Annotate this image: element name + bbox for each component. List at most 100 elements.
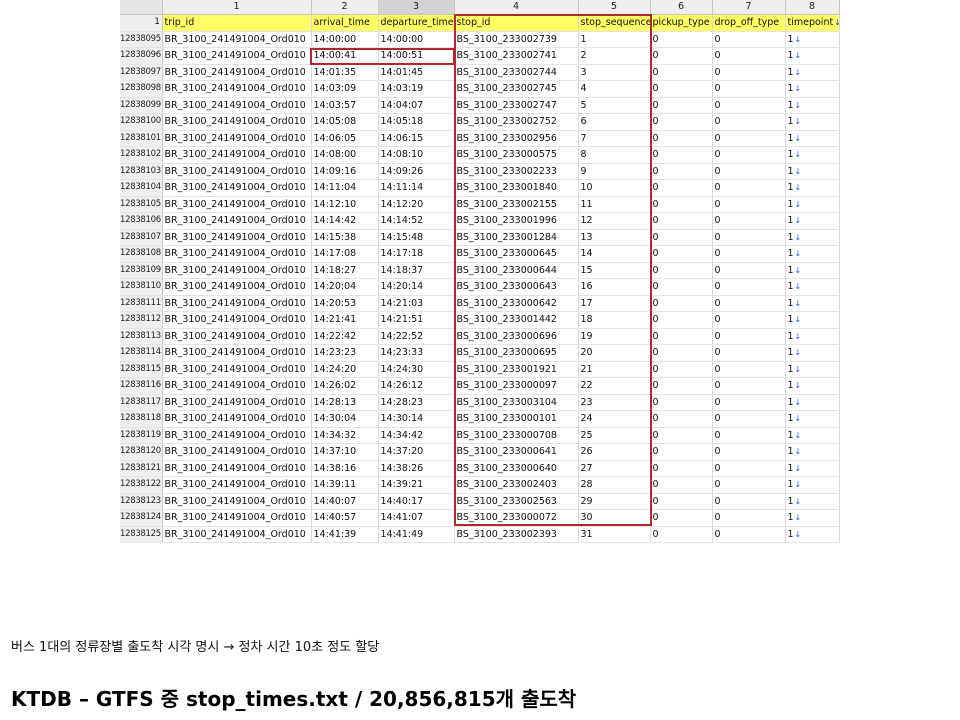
data-cell[interactable]: 0 [712, 80, 786, 98]
data-cell[interactable]: BR_3100_241491004_Ord010 [162, 64, 312, 81]
data-cell[interactable]: BS_3100_233002956 [454, 130, 579, 147]
data-cell[interactable]: BR_3100_241491004_Ord010 [162, 311, 312, 329]
data-cell[interactable]: BS_3100_233002744 [454, 64, 579, 81]
data-cell[interactable]: 22 [578, 377, 651, 395]
data-cell[interactable]: BS_3100_233000642 [454, 295, 579, 312]
data-cell[interactable]: 14:38:16 [311, 460, 379, 477]
row-number[interactable]: 12838119 [120, 427, 163, 444]
data-cell[interactable]: BS_3100_233002563 [454, 493, 579, 510]
data-cell[interactable]: 1↓ [785, 262, 840, 279]
data-cell[interactable]: 1↓ [785, 377, 840, 395]
data-cell[interactable]: 14:06:05 [311, 130, 379, 147]
data-cell[interactable]: 14:21:51 [378, 311, 455, 329]
data-cell[interactable]: 0 [650, 262, 713, 279]
data-cell[interactable]: BR_3100_241491004_Ord010 [162, 361, 312, 378]
data-cell[interactable]: BS_3100_233000643 [454, 278, 579, 296]
data-cell[interactable]: 14:03:57 [311, 97, 379, 114]
row-number[interactable]: 12838121 [120, 460, 163, 477]
data-cell[interactable]: BS_3100_233002233 [454, 163, 579, 180]
data-cell[interactable]: 0 [712, 328, 786, 345]
data-cell[interactable]: 0 [650, 410, 713, 428]
data-cell[interactable]: 11 [578, 196, 651, 213]
data-cell[interactable]: BR_3100_241491004_Ord010 [162, 377, 312, 395]
data-cell[interactable]: 0 [712, 278, 786, 296]
data-cell[interactable]: 28 [578, 476, 651, 494]
row-number[interactable]: 12838098 [120, 80, 163, 98]
data-cell[interactable]: 30 [578, 509, 651, 527]
data-cell[interactable]: 0 [650, 361, 713, 378]
data-cell[interactable]: 0 [712, 97, 786, 114]
data-cell[interactable]: 14:00:00 [311, 31, 379, 48]
row-number[interactable]: 12838118 [120, 410, 163, 428]
data-cell[interactable]: BS_3100_233001840 [454, 179, 579, 197]
data-cell[interactable]: 14:40:07 [311, 493, 379, 510]
data-cell[interactable]: BR_3100_241491004_Ord010 [162, 146, 312, 164]
data-cell[interactable]: 0 [712, 245, 786, 263]
data-cell[interactable]: 14 [578, 245, 651, 263]
data-cell[interactable]: BR_3100_241491004_Ord010 [162, 476, 312, 494]
data-cell[interactable]: BS_3100_233000575 [454, 146, 579, 164]
data-cell[interactable]: BR_3100_241491004_Ord010 [162, 196, 312, 213]
data-cell[interactable]: BS_3100_233002739 [454, 31, 579, 48]
data-cell[interactable]: BR_3100_241491004_Ord010 [162, 212, 312, 230]
data-cell[interactable]: 1 [578, 31, 651, 48]
data-cell[interactable]: 14:34:42 [378, 427, 455, 444]
data-cell[interactable]: 14:04:07 [378, 97, 455, 114]
data-cell[interactable]: 14:21:03 [378, 295, 455, 312]
data-cell[interactable]: BR_3100_241491004_Ord010 [162, 410, 312, 428]
data-cell[interactable]: BR_3100_241491004_Ord010 [162, 328, 312, 345]
data-cell[interactable]: 6 [578, 113, 651, 131]
data-cell[interactable]: 14:00:00 [378, 31, 455, 48]
data-cell[interactable]: 0 [650, 80, 713, 98]
data-cell[interactable]: BR_3100_241491004_Ord010 [162, 179, 312, 197]
data-cell[interactable]: 14:01:35 [311, 64, 379, 81]
data-cell[interactable]: BS_3100_233001442 [454, 311, 579, 329]
data-cell[interactable]: 0 [712, 460, 786, 477]
row-number[interactable]: 12838105 [120, 196, 163, 213]
data-cell[interactable]: BR_3100_241491004_Ord010 [162, 493, 312, 510]
data-cell[interactable]: 0 [712, 410, 786, 428]
data-cell[interactable]: 3 [578, 64, 651, 81]
data-cell[interactable]: 14:09:16 [311, 163, 379, 180]
data-cell[interactable]: BS_3100_233000641 [454, 443, 579, 461]
data-cell[interactable]: 14:15:38 [311, 229, 379, 246]
data-cell[interactable]: 14:23:23 [311, 344, 379, 362]
row-number[interactable]: 12838096 [120, 47, 163, 65]
data-cell[interactable]: 0 [650, 163, 713, 180]
data-cell[interactable]: 14:17:18 [378, 245, 455, 263]
data-cell[interactable]: 0 [650, 245, 713, 263]
data-cell[interactable]: 1↓ [785, 394, 840, 411]
data-cell[interactable]: 14:03:19 [378, 80, 455, 98]
header-cell-timepoint[interactable]: timepoint↓ [785, 14, 840, 32]
data-cell[interactable]: 0 [650, 311, 713, 329]
data-cell[interactable]: 1↓ [785, 476, 840, 494]
header-cell-pickup-type[interactable]: pickup_type [650, 14, 713, 32]
data-cell[interactable]: 0 [712, 196, 786, 213]
header-cell-arrival-time[interactable]: arrival_time [311, 14, 379, 32]
data-cell[interactable]: 1↓ [785, 47, 840, 65]
data-cell[interactable]: 0 [650, 179, 713, 197]
data-cell[interactable]: 14:30:04 [311, 410, 379, 428]
data-cell[interactable]: 1↓ [785, 113, 840, 131]
data-cell[interactable]: 14:26:02 [311, 377, 379, 395]
data-cell[interactable]: 29 [578, 493, 651, 510]
data-cell[interactable]: BR_3100_241491004_Ord010 [162, 130, 312, 147]
data-cell[interactable]: 0 [712, 311, 786, 329]
data-cell[interactable]: 0 [650, 493, 713, 510]
row-number[interactable]: 12838095 [120, 31, 163, 48]
row-number[interactable]: 12838104 [120, 179, 163, 197]
data-cell[interactable]: 23 [578, 394, 651, 411]
data-cell[interactable]: 0 [650, 196, 713, 213]
header-cell-drop-off-type[interactable]: drop_off_type [712, 14, 786, 32]
row-number[interactable]: 12838097 [120, 64, 163, 81]
data-cell[interactable]: 1↓ [785, 361, 840, 378]
data-cell[interactable]: 14:20:14 [378, 278, 455, 296]
data-cell[interactable]: BS_3100_233002155 [454, 196, 579, 213]
data-cell[interactable]: BS_3100_233001284 [454, 229, 579, 246]
data-cell[interactable]: 0 [712, 47, 786, 65]
data-cell[interactable]: 14:24:20 [311, 361, 379, 378]
data-cell[interactable]: 1↓ [785, 97, 840, 114]
row-number[interactable]: 12838124 [120, 509, 163, 527]
data-cell[interactable]: 0 [712, 229, 786, 246]
data-cell[interactable]: 1↓ [785, 146, 840, 164]
